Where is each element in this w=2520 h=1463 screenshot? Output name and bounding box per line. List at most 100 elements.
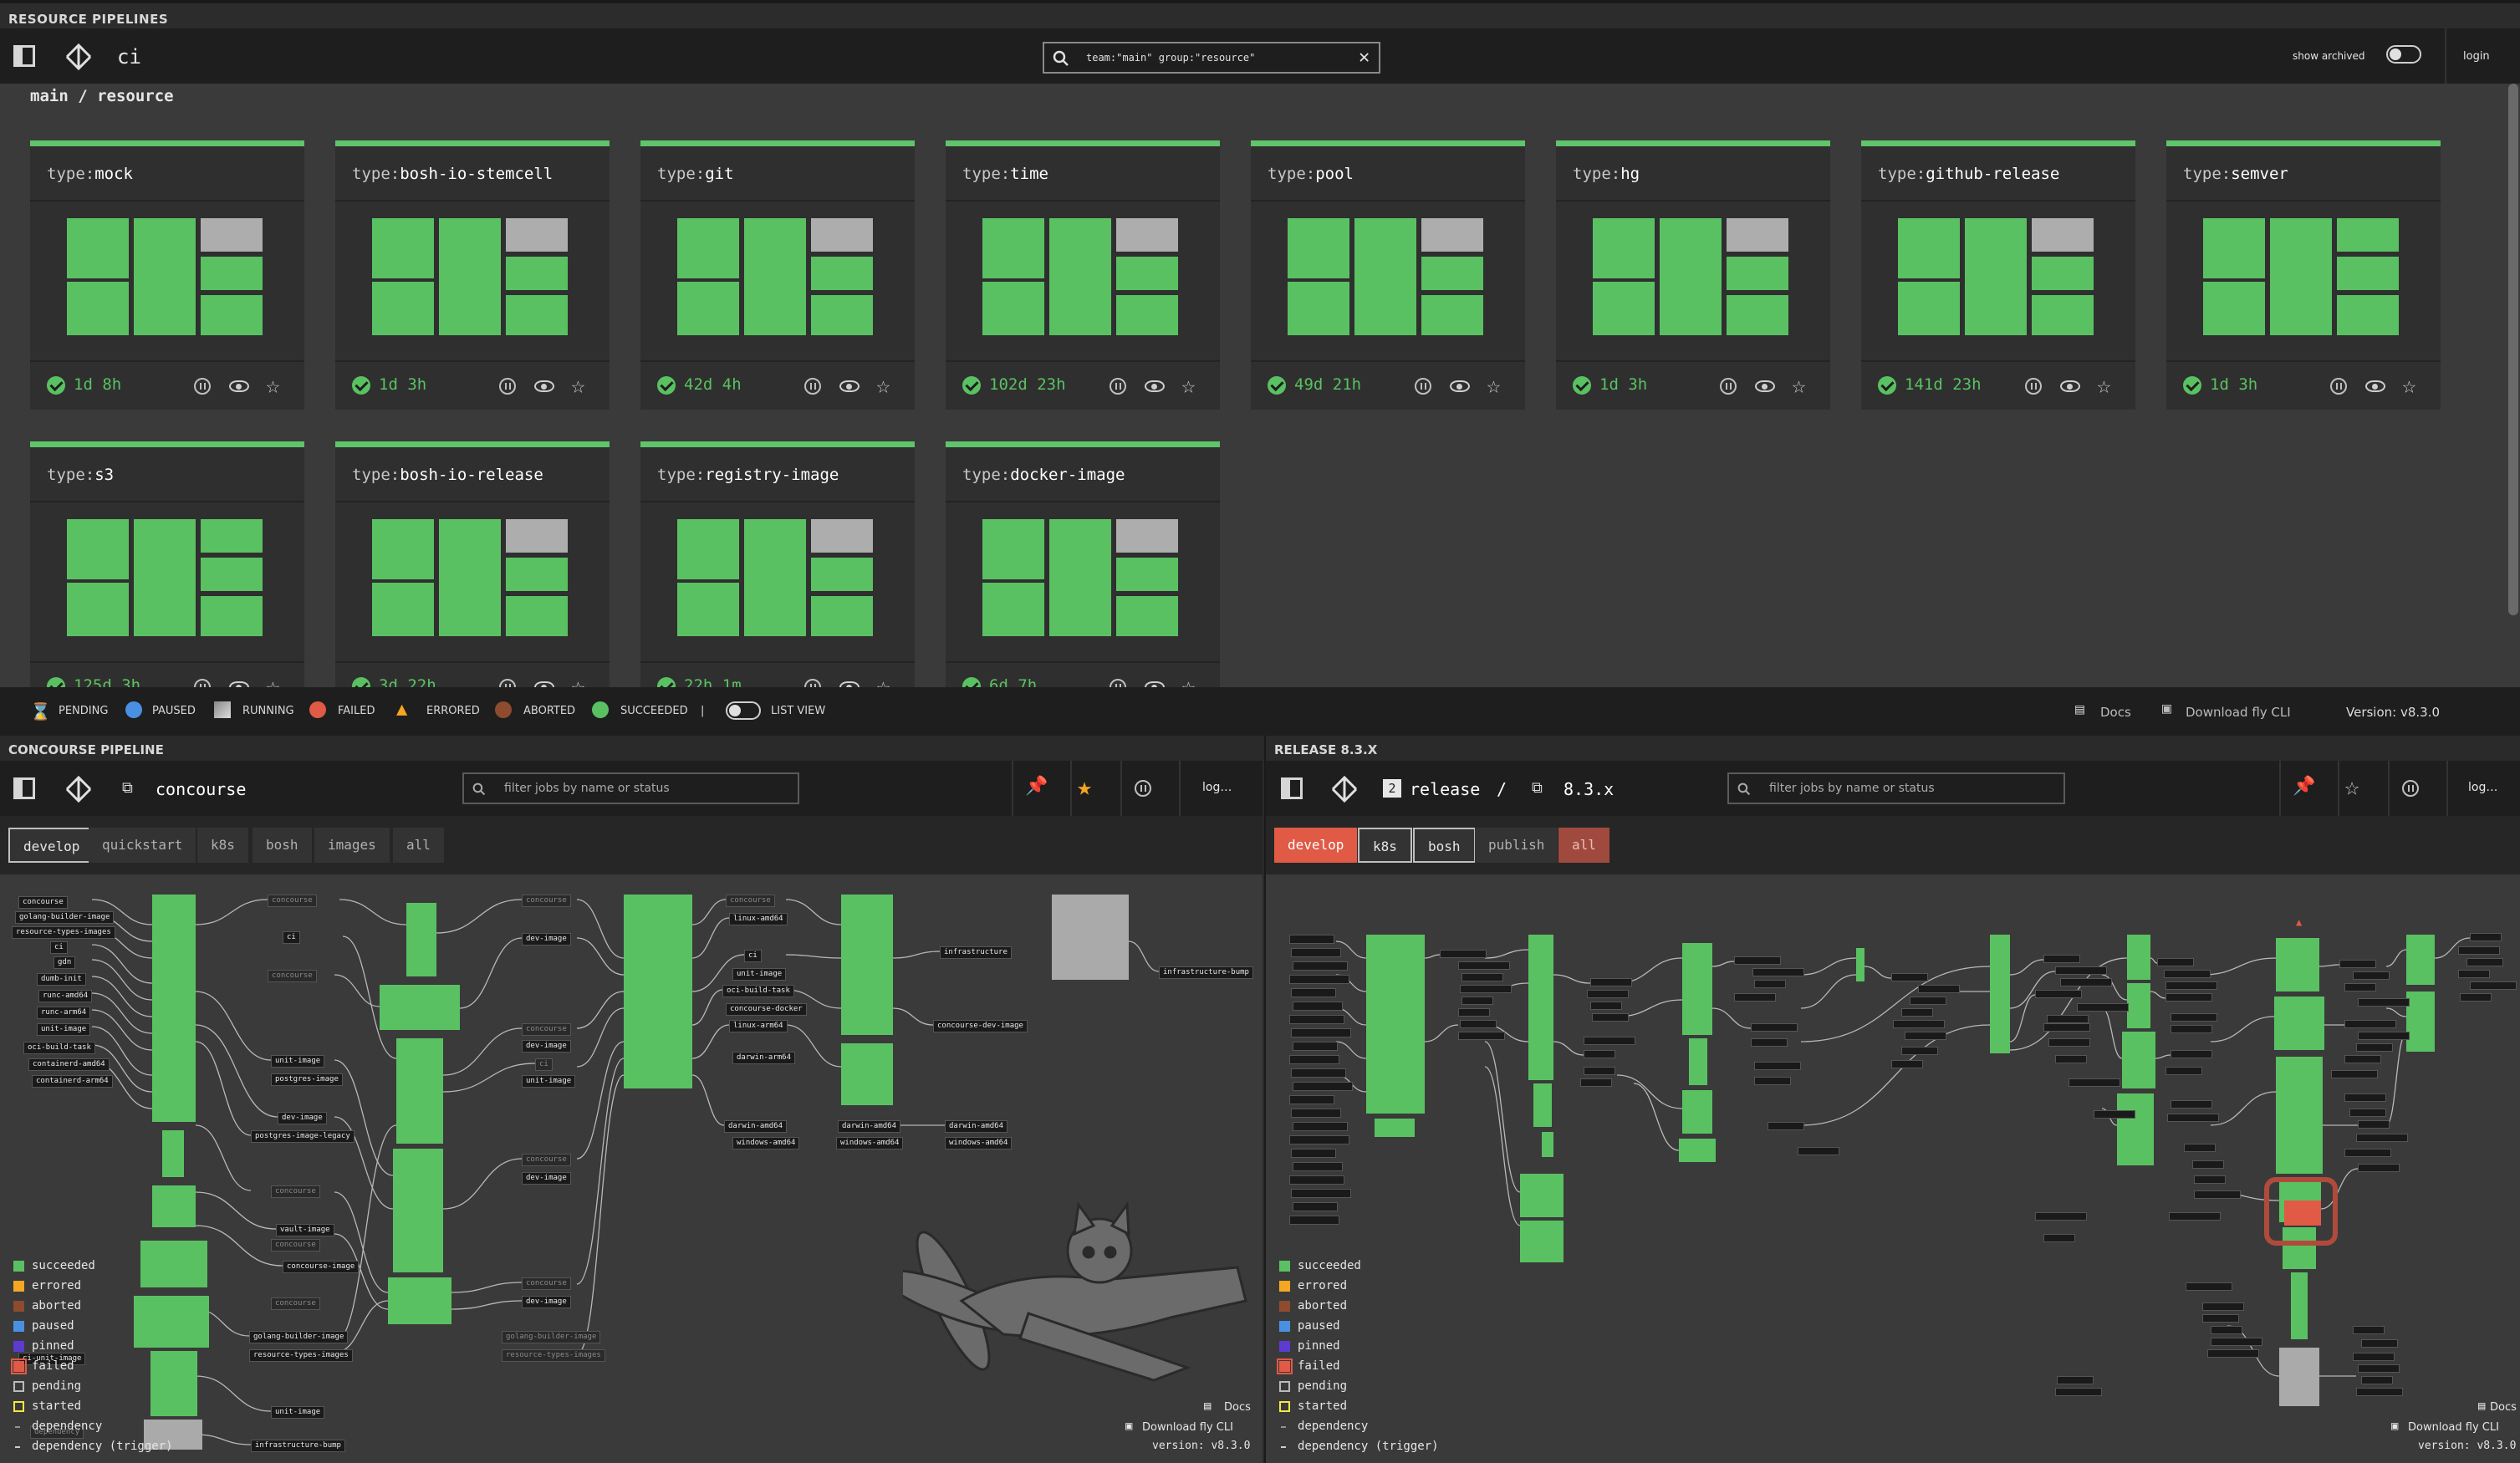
job-d[interactable] xyxy=(2117,1093,2154,1165)
resource-node[interactable] xyxy=(1905,1032,1946,1040)
resource-node[interactable]: concourse xyxy=(522,1023,571,1036)
job-tile[interactable] xyxy=(67,282,129,335)
job-tile[interactable] xyxy=(1116,257,1178,290)
resource-node[interactable] xyxy=(2344,1020,2396,1028)
resource-node[interactable] xyxy=(1754,1077,1791,1085)
job-tile[interactable] xyxy=(2337,295,2399,335)
docs-link[interactable]: Docs xyxy=(2100,705,2131,720)
pause-pipeline-icon[interactable] xyxy=(499,378,516,395)
job-watsjc[interactable] xyxy=(406,903,436,976)
docs-link[interactable]: Docs xyxy=(2490,1401,2517,1414)
favorite-star-icon[interactable]: ☆ xyxy=(1487,374,1501,397)
resource-node[interactable] xyxy=(2157,958,2194,966)
login-link[interactable]: log… xyxy=(1202,781,1232,794)
resource-node[interactable] xyxy=(2057,1376,2094,1384)
job-m[interactable] xyxy=(2406,991,2435,1052)
resource-node[interactable] xyxy=(1291,988,1336,997)
job-tile[interactable] xyxy=(1288,218,1349,278)
resource-node[interactable]: unit-image xyxy=(732,968,787,981)
resource-node[interactable] xyxy=(1460,1020,1497,1028)
resource-node[interactable] xyxy=(2358,1364,2400,1373)
job-tile[interactable] xyxy=(506,596,568,636)
resource-node[interactable]: windows-amd64 xyxy=(945,1137,1013,1150)
card-title[interactable]: type:semver xyxy=(2183,165,2288,183)
pause-pipeline-icon[interactable] xyxy=(1110,378,1126,395)
job-integration[interactable] xyxy=(393,1149,443,1272)
pipeline-card[interactable]: type:github-release 141d 23h ☆ xyxy=(1861,140,2135,410)
pin-icon[interactable]: 📌 xyxy=(2293,776,2315,797)
job-tile[interactable] xyxy=(1116,295,1178,335)
job-b[interactable] xyxy=(2127,983,2150,1028)
filter-jobs-input[interactable]: filter jobs by name or status xyxy=(1769,782,1935,795)
resource-node[interactable] xyxy=(2211,1338,2262,1346)
resource-node[interactable] xyxy=(2361,1339,2398,1348)
job-tile[interactable] xyxy=(2337,257,2399,290)
resource-node[interactable] xyxy=(2169,1212,2221,1221)
sidebar-toggle-icon[interactable] xyxy=(1281,777,1303,799)
resource-node[interactable] xyxy=(1289,1216,1339,1225)
visibility-eye-icon[interactable] xyxy=(839,380,860,392)
resource-node[interactable]: golang-builder-image xyxy=(15,911,115,924)
resource-node[interactable] xyxy=(1592,1013,1629,1022)
resource-node[interactable] xyxy=(1752,968,1804,976)
job-testflight[interactable] xyxy=(396,1038,443,1144)
tab-publish[interactable]: publish xyxy=(1475,828,1558,863)
resource-node[interactable] xyxy=(1734,956,1781,965)
resource-node[interactable] xyxy=(1460,985,1512,993)
job-failed[interactable] xyxy=(2284,1200,2321,1226)
resource-node[interactable] xyxy=(2164,970,2211,978)
resource-node[interactable]: infrastructure-bump xyxy=(1159,966,1253,979)
resource-node[interactable]: concourse xyxy=(271,1185,320,1198)
job-tile[interactable] xyxy=(201,519,263,553)
resource-node[interactable]: darwin-amd64 xyxy=(838,1120,901,1133)
tab-develop[interactable]: develop xyxy=(1274,828,1358,863)
resource-node[interactable]: oci-build-task xyxy=(722,985,794,997)
resource-node[interactable] xyxy=(2171,1025,2212,1033)
visibility-eye-icon[interactable] xyxy=(534,380,554,392)
favorite-star-icon[interactable]: ☆ xyxy=(2097,374,2111,397)
resource-node[interactable] xyxy=(2060,978,2112,986)
resource-node[interactable] xyxy=(2043,1234,2075,1242)
job-mid-c[interactable] xyxy=(1682,1090,1712,1134)
job-l[interactable] xyxy=(2406,935,2435,985)
download-fly-link[interactable]: Download fly CLI xyxy=(2408,1421,2499,1434)
job-tile[interactable] xyxy=(1116,558,1178,591)
job-unit-image[interactable] xyxy=(150,1351,197,1416)
resource-node[interactable]: unit-image xyxy=(522,1075,576,1088)
search-box[interactable]: team:"main" group:"resource" ✕ xyxy=(1043,42,1380,74)
card-title[interactable]: type:git xyxy=(657,165,734,183)
resource-node[interactable] xyxy=(1293,1202,1338,1211)
job-tile[interactable] xyxy=(506,257,568,290)
resource-node[interactable] xyxy=(2358,1164,2400,1172)
tab-k8s[interactable]: k8s xyxy=(1358,828,1412,863)
resource-node[interactable] xyxy=(1293,1002,1343,1011)
job-bin-smoke[interactable] xyxy=(841,1043,893,1105)
resource-node[interactable] xyxy=(1293,1122,1348,1131)
resource-node[interactable] xyxy=(2186,1282,2232,1291)
job-tile[interactable] xyxy=(811,218,873,252)
pipeline-card[interactable]: type:semver 1d 3h ☆ xyxy=(2166,140,2441,410)
job-thin[interactable] xyxy=(1856,948,1864,981)
search-input[interactable]: team:"main" group:"resource" xyxy=(1086,52,1255,64)
resource-node[interactable] xyxy=(2460,993,2492,1002)
favorite-star-icon[interactable]: ☆ xyxy=(571,374,585,397)
job-tile[interactable] xyxy=(982,218,1044,278)
job-tile[interactable] xyxy=(2337,218,2399,252)
resource-node[interactable] xyxy=(2358,998,2410,1007)
resource-node[interactable] xyxy=(2356,1388,2403,1396)
resource-node[interactable]: containerd-amd64 xyxy=(28,1058,110,1071)
sidebar-toggle-icon[interactable] xyxy=(13,777,35,799)
pipeline-card[interactable]: type:docker-image 6d 7h ☆ xyxy=(946,441,1220,693)
resource-node[interactable] xyxy=(2167,1114,2219,1122)
resource-node[interactable] xyxy=(2192,1160,2224,1169)
job-tile[interactable] xyxy=(1727,257,1788,290)
card-title[interactable]: type:mock xyxy=(47,165,133,183)
resource-node[interactable] xyxy=(2047,1015,2089,1023)
job-tile[interactable] xyxy=(2032,257,2094,290)
resource-node[interactable] xyxy=(1893,1020,1945,1028)
resource-node[interactable] xyxy=(2069,1078,2120,1087)
left-pipeline-graph[interactable]: ▤ Docs ▣ Download fly CLI version: v8.3.… xyxy=(0,874,1263,1463)
pause-pipeline-icon[interactable] xyxy=(194,378,211,395)
pipeline-card[interactable]: type:time 102d 23h ☆ xyxy=(946,140,1220,410)
resource-node[interactable]: dev-image xyxy=(522,1040,571,1053)
